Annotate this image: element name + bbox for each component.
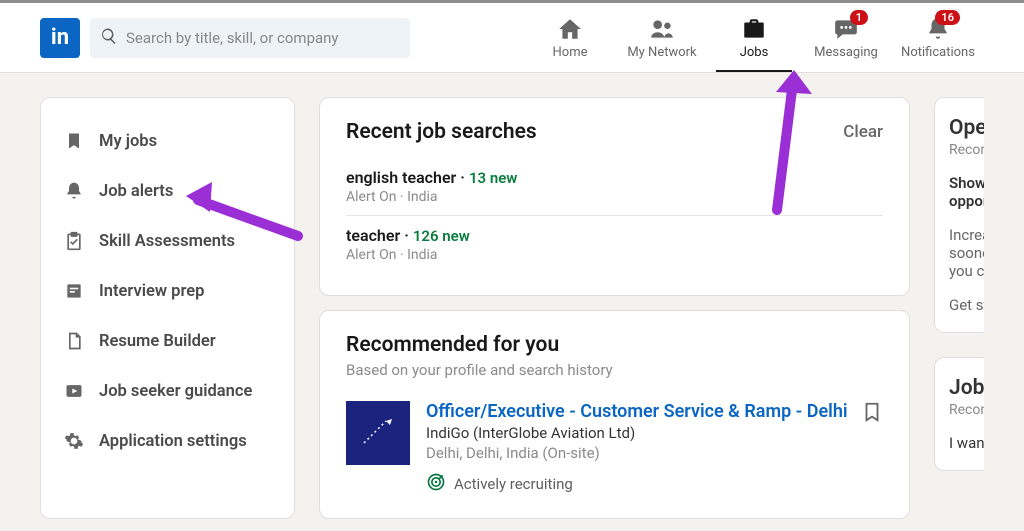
gear-icon xyxy=(63,430,85,452)
search-meta: Alert On · India xyxy=(346,189,883,205)
sidebar-application-settings[interactable]: Application settings xyxy=(41,416,294,466)
sidebar: My jobs Job alerts Skill Assessments Int… xyxy=(40,97,295,519)
search-term: teacher xyxy=(346,226,400,245)
job-location: Delhi, Delhi, India (On-site) xyxy=(426,444,883,462)
recent-search-row[interactable]: english teacher · 13 new Alert On · Indi… xyxy=(346,158,883,216)
search-meta: Alert On · India xyxy=(346,247,883,263)
nav-network[interactable]: My Network xyxy=(616,4,708,72)
clipboard-check-icon xyxy=(63,230,85,252)
bell-fill-icon xyxy=(63,180,85,202)
sidebar-item-label: Job alerts xyxy=(99,182,173,201)
messaging-badge: 1 xyxy=(850,10,868,25)
note-icon xyxy=(63,280,85,302)
save-job-button[interactable] xyxy=(861,401,883,427)
search-input[interactable] xyxy=(126,29,400,47)
nav-bar: Home My Network Jobs 1 Messaging 16 xyxy=(524,4,984,72)
sidebar-interview-prep[interactable]: Interview prep xyxy=(41,266,294,316)
recent-search-row[interactable]: teacher · 126 new Alert On · India xyxy=(346,216,883,273)
home-icon xyxy=(557,15,583,43)
target-icon xyxy=(426,472,446,496)
sidebar-skill-assessments[interactable]: Skill Assessments xyxy=(41,216,294,266)
people-icon xyxy=(649,15,675,43)
nav-jobs[interactable]: Jobs xyxy=(708,4,800,72)
recommended-card: Recommended for you Based on your profil… xyxy=(319,310,910,519)
sidebar-item-label: My jobs xyxy=(99,132,157,151)
document-icon xyxy=(63,330,85,352)
company-logo xyxy=(346,401,410,465)
nav-messaging[interactable]: 1 Messaging xyxy=(800,4,892,72)
search-box[interactable] xyxy=(90,18,410,58)
sidebar-resume-builder[interactable]: Resume Builder xyxy=(41,316,294,366)
linkedin-logo[interactable]: in xyxy=(40,18,80,58)
new-count: 13 new xyxy=(469,169,517,187)
header: in Home My Network Jobs 1 xyxy=(0,3,1024,73)
nav-home[interactable]: Home xyxy=(524,4,616,72)
sidebar-my-jobs[interactable]: My jobs xyxy=(41,116,294,166)
recommended-title: Recommended for you xyxy=(346,333,883,357)
notifications-badge: 16 xyxy=(935,10,960,25)
recent-searches-title: Recent job searches xyxy=(346,120,537,144)
sidebar-item-label: Skill Assessments xyxy=(99,232,235,251)
recommended-subtitle: Based on your profile and search history xyxy=(346,361,883,379)
sidebar-item-label: Interview prep xyxy=(99,282,204,301)
briefcase-icon xyxy=(741,15,767,43)
nav-notifications[interactable]: 16 Notifications xyxy=(892,4,984,72)
job-company: IndiGo (InterGlobe Aviation Ltd) xyxy=(426,424,883,442)
play-icon xyxy=(63,380,85,402)
sidebar-job-alerts[interactable]: Job alerts xyxy=(41,166,294,216)
job-title[interactable]: Officer/Executive - Customer Service & R… xyxy=(426,401,883,422)
new-count: 126 new xyxy=(413,227,470,245)
clear-button[interactable]: Clear xyxy=(843,122,883,142)
job-seeker-card[interactable]: Job seeker guidance Recommended I want t… xyxy=(934,357,984,471)
sidebar-item-label: Job seeker guidance xyxy=(99,382,252,401)
sidebar-item-label: Application settings xyxy=(99,432,247,451)
sidebar-item-label: Resume Builder xyxy=(99,332,216,351)
open-to-work-card[interactable]: Open to work Recommended Show recruiters… xyxy=(934,97,984,333)
job-row[interactable]: Officer/Executive - Customer Service & R… xyxy=(346,401,883,496)
recent-searches-card: Recent job searches Clear english teache… xyxy=(319,97,910,296)
actively-recruiting: Actively recruiting xyxy=(426,472,883,496)
search-icon xyxy=(100,27,118,49)
bookmark-icon xyxy=(63,130,85,152)
search-term: english teacher xyxy=(346,168,456,187)
sidebar-job-seeker-guidance[interactable]: Job seeker guidance xyxy=(41,366,294,416)
